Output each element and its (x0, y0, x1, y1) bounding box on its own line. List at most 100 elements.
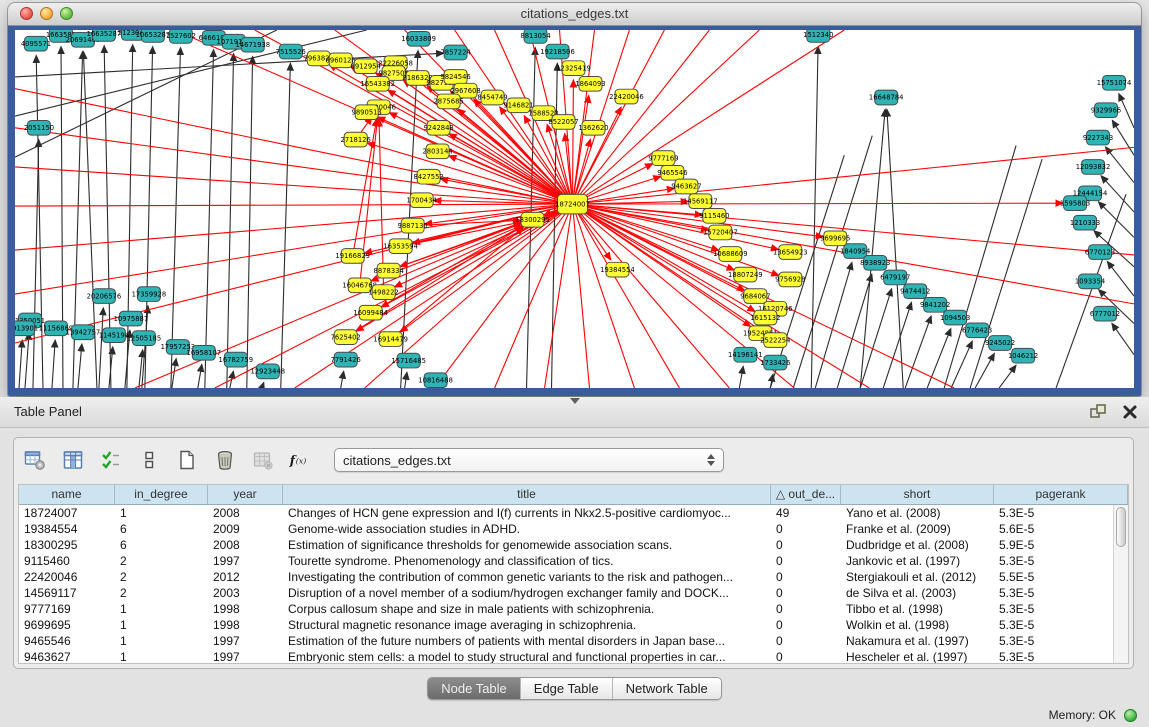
graph-edge (573, 30, 595, 204)
graph-node-label: 1094503 (940, 314, 970, 322)
table-panel-header: Table Panel (0, 397, 1149, 428)
graph-edge (205, 50, 214, 388)
graph-node-label: 16543382 (360, 80, 395, 88)
column-header-out-de-[interactable]: △ out_de... (771, 485, 841, 504)
column-header-in-degree[interactable]: in_degree (115, 485, 208, 504)
graph-edge (545, 204, 573, 388)
table-cell: 9463627 (19, 649, 115, 664)
graph-node-label: 2051150 (24, 124, 54, 132)
graph-node-label: 9329966 (1091, 107, 1121, 115)
table-cell: de Silva et al. (2003) (841, 585, 994, 601)
table-cell: 0 (771, 521, 841, 537)
column-header-title[interactable]: title (283, 485, 771, 504)
table-row[interactable]: 946362711997Embryonic stem cells: a mode… (19, 649, 1128, 664)
table-type-tabs: Node TableEdge TableNetwork Table (427, 677, 722, 700)
network-window-title: citations_edges.txt (8, 3, 1141, 25)
graph-edge (15, 204, 573, 343)
column-checklist-icon[interactable] (98, 447, 124, 473)
minimize-window-button[interactable] (40, 7, 53, 20)
graph-node-label: 16353594 (383, 242, 418, 250)
table-row[interactable]: 2242004622012Investigating the contribut… (19, 569, 1128, 585)
rows-icon[interactable] (136, 447, 162, 473)
table-cell: 5.3E-5 (994, 617, 1128, 633)
table-settings-icon[interactable] (22, 447, 48, 473)
table-cell: 1998 (208, 601, 283, 617)
table-browser-box: f (x) citations_edges.txt namein_degreey… (13, 437, 1134, 669)
column-header-pagerank[interactable]: pagerank (994, 485, 1128, 504)
table-cell: 5.3E-5 (994, 585, 1128, 601)
attribute-table: namein_degreeyeartitle△ out_de...shortpa… (18, 484, 1129, 664)
table-cell: 0 (771, 585, 841, 601)
graph-edge (883, 302, 911, 388)
graph-node-label: 16782759 (219, 356, 254, 364)
graph-node-label: 1615132 (750, 314, 780, 322)
graph-edge (247, 56, 253, 388)
column-header-name[interactable]: name (19, 485, 115, 504)
delete-table-icon[interactable] (250, 447, 276, 473)
table-cell: 5.9E-5 (994, 537, 1128, 553)
graph-edge (171, 48, 181, 388)
network-window-titlebar[interactable]: citations_edges.txt (8, 3, 1141, 26)
table-row[interactable]: 1872400712008Changes of HCN gene express… (19, 505, 1128, 521)
table-row[interactable]: 1456911722003Disruption of a novel membe… (19, 585, 1128, 601)
graph-node-label: 1595803 (1060, 199, 1090, 207)
new-column-icon[interactable] (174, 447, 200, 473)
table-row[interactable]: 911546021997Tourette syndrome. Phenomeno… (19, 553, 1128, 569)
graph-node-label: 8912954 (351, 63, 381, 71)
graph-node-label: 16635287 (87, 30, 122, 38)
table-cell: 9115460 (19, 553, 115, 569)
graph-edge (1112, 120, 1134, 155)
table-cell: 14569117 (19, 585, 115, 601)
close-window-button[interactable] (20, 7, 33, 20)
delete-column-icon[interactable] (212, 447, 238, 473)
graph-edge (887, 109, 903, 388)
graph-node-label: 9890513 (352, 108, 382, 116)
graph-node-label: 9115460 (699, 212, 729, 220)
graph-edge (573, 203, 1064, 204)
column-header-year[interactable]: year (208, 485, 283, 504)
float-panel-icon[interactable] (1089, 403, 1107, 421)
dropdown-arrows-icon (707, 454, 715, 466)
table-header-row: namein_degreeyeartitle△ out_de...shortpa… (19, 485, 1128, 505)
table-row[interactable]: 977716911998Corpus callosum shape and si… (19, 601, 1128, 617)
tab-node-table[interactable]: Node Table (428, 678, 520, 699)
table-row[interactable]: 1938455462009Genome-wide association stu… (19, 521, 1128, 537)
graph-node-label: 8938923 (860, 259, 890, 267)
table-selector-dropdown[interactable]: citations_edges.txt (334, 448, 724, 472)
graph-edge (15, 89, 573, 204)
table-row[interactable]: 969969511998Structural magnetic resonanc… (19, 617, 1128, 633)
table-cell: Tibbo et al. (1998) (841, 601, 994, 617)
table-tabs-row: Node TableEdge TableNetwork Table (0, 677, 1149, 699)
column-header-short[interactable]: short (841, 485, 994, 504)
panel-splitter-grip[interactable] (570, 398, 580, 404)
table-vertical-scrollbar[interactable] (1113, 505, 1128, 663)
graph-node-label: 9463627 (671, 183, 701, 191)
scrollbar-thumb[interactable] (1116, 507, 1126, 547)
graph-node-label: 16914479 (373, 335, 408, 343)
graph-edge (1112, 323, 1134, 354)
table-cell: Corpus callosum shape and size in male p… (283, 601, 771, 617)
table-cell: Estimation of the future numbers of pati… (283, 633, 771, 649)
network-canvas[interactable]: 1663581409557120691406166352875123048106… (15, 30, 1134, 388)
graph-node-label: 13942757 (66, 329, 101, 337)
citation-network-graph[interactable]: 1663581409557120691406166352875123048106… (15, 30, 1134, 388)
show-columns-icon[interactable] (60, 447, 86, 473)
tab-edge-table[interactable]: Edge Table (520, 678, 612, 699)
table-toolbar: f (x) citations_edges.txt (22, 443, 724, 477)
function-builder-icon[interactable]: f (x) (288, 447, 314, 473)
zoom-window-button[interactable] (60, 7, 73, 20)
table-cell: Dudbridge et al. (2008) (841, 537, 994, 553)
graph-node-label: 1210333 (1070, 219, 1100, 227)
table-row[interactable]: 1830029562008Estimation of significance … (19, 537, 1128, 553)
table-cell: 6 (115, 521, 208, 537)
graph-node-label: 8427552 (414, 173, 444, 181)
graph-node-label: 9887130 (398, 222, 428, 230)
graph-node-label: 6770123 (1085, 248, 1115, 256)
table-cell: 9777169 (19, 601, 115, 617)
graph-node-label: 8522057 (548, 118, 578, 126)
graph-node-label: 9146821 (503, 102, 533, 110)
table-row[interactable]: 946554611997Estimation of the future num… (19, 633, 1128, 649)
close-panel-icon[interactable] (1121, 403, 1139, 421)
tab-network-table[interactable]: Network Table (612, 678, 721, 699)
table-cell: 5.6E-5 (994, 521, 1128, 537)
